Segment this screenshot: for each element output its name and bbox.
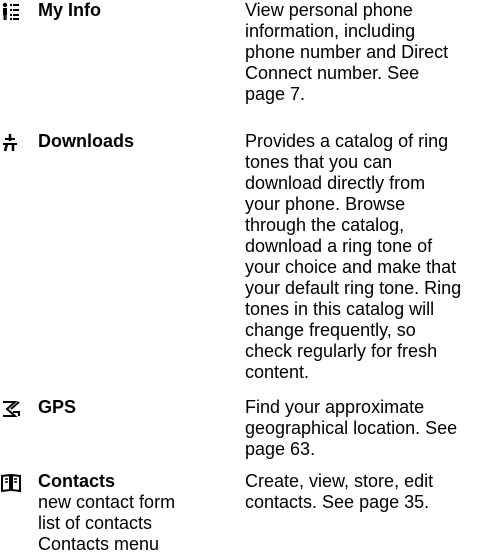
contacts-sub-items: new contact form list of contacts Contac… xyxy=(38,492,175,555)
my-info-icon xyxy=(1,2,21,22)
menu-entry-downloads: Downloads Provides a catalog of ring ton… xyxy=(0,131,487,386)
menu-entry-name: Downloads xyxy=(38,131,135,151)
menu-entry-name: Contacts xyxy=(38,471,116,491)
menu-entry-gps: GPS Find your approximate geographical l… xyxy=(0,397,487,463)
menu-entry-description: View personal phone information, includi… xyxy=(245,0,449,104)
menu-entry-name: My Info xyxy=(38,0,101,20)
menu-entry-description: Find your approximate geographical locat… xyxy=(245,397,458,459)
menu-entry-description: Create, view, store, edit contacts. See … xyxy=(245,471,434,512)
sub-item: new contact form xyxy=(38,492,176,512)
sub-item: Contacts menu xyxy=(38,534,160,554)
menu-entry-contacts: Contacts new contact form list of contac… xyxy=(0,471,487,555)
menu-entry-name: GPS xyxy=(38,397,77,417)
menu-entry-description: Provides a catalog of ring tones that yo… xyxy=(245,131,462,382)
downloads-icon xyxy=(1,133,21,153)
gps-icon xyxy=(1,399,21,419)
contacts-book-icon xyxy=(1,473,21,493)
sub-item: list of contacts xyxy=(38,513,153,533)
menu-entry-my-info: My Info View personal phone information,… xyxy=(0,0,487,110)
